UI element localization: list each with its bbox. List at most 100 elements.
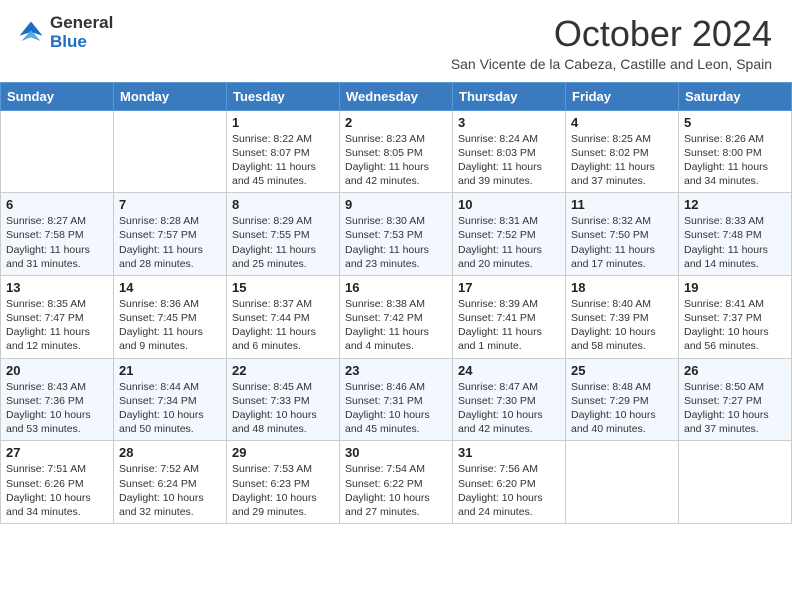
table-row: 9 Sunrise: 8:30 AMSunset: 7:53 PMDaylight… (340, 193, 453, 276)
logo-blue: Blue (50, 33, 113, 52)
logo: General Blue (16, 14, 113, 51)
day-number: 5 (684, 115, 786, 130)
day-number: 13 (6, 280, 108, 295)
table-row: 26Sunrise: 8:50 AMSunset: 7:27 PMDayligh… (679, 358, 792, 441)
day-number: 2 (345, 115, 447, 130)
cell-info: Sunrise: 8:40 AMSunset: 7:39 PMDaylight:… (571, 297, 673, 354)
table-row: 2 Sunrise: 8:23 AMSunset: 8:05 PMDaylight… (340, 110, 453, 193)
table-row: 16 Sunrise: 8:38 AMSunset: 7:42 PMDayligh… (340, 275, 453, 358)
day-number: 4 (571, 115, 673, 130)
col-thursday: Thursday (453, 82, 566, 110)
cell-info: Sunrise: 8:33 AMSunset: 7:48 PMDaylight:… (684, 214, 786, 271)
table-row: 7 Sunrise: 8:28 AMSunset: 7:57 PMDaylight… (114, 193, 227, 276)
day-number: 16 (345, 280, 447, 295)
cell-info: Sunrise: 8:25 AMSunset: 8:02 PMDaylight:… (571, 132, 673, 189)
col-saturday: Saturday (679, 82, 792, 110)
day-number: 31 (458, 445, 560, 460)
table-row: 21Sunrise: 8:44 AMSunset: 7:34 PMDayligh… (114, 358, 227, 441)
cell-info: Sunrise: 8:24 AMSunset: 8:03 PMDaylight:… (458, 132, 560, 189)
day-number: 1 (232, 115, 334, 130)
cell-info: Sunrise: 8:37 AMSunset: 7:44 PMDaylight:… (232, 297, 334, 354)
cell-info: Sunrise: 7:53 AMSunset: 6:23 PMDaylight:… (232, 462, 334, 519)
table-row: 20 Sunrise: 8:43 AMSunset: 7:36 PMDayligh… (1, 358, 114, 441)
table-row: 15 Sunrise: 8:37 AMSunset: 7:44 PMDayligh… (227, 275, 340, 358)
cell-info: Sunrise: 8:28 AMSunset: 7:57 PMDaylight:… (119, 214, 221, 271)
day-number: 10 (458, 197, 560, 212)
day-number: 14 (119, 280, 221, 295)
cell-info: Sunrise: 8:38 AMSunset: 7:42 PMDaylight:… (345, 297, 447, 354)
day-number: 17 (458, 280, 560, 295)
cell-info: Sunrise: 8:47 AMSunset: 7:30 PMDaylight:… (458, 380, 560, 437)
table-row: 5 Sunrise: 8:26 AMSunset: 8:00 PMDaylight… (679, 110, 792, 193)
calendar-week-row: 1 Sunrise: 8:22 AMSunset: 8:07 PMDaylight… (1, 110, 792, 193)
col-wednesday: Wednesday (340, 82, 453, 110)
table-row: 19 Sunrise: 8:41 AMSunset: 7:37 PMDayligh… (679, 275, 792, 358)
cell-info: Sunrise: 8:35 AMSunset: 7:47 PMDaylight:… (6, 297, 108, 354)
day-number: 6 (6, 197, 108, 212)
table-row (114, 110, 227, 193)
day-number: 27 (6, 445, 108, 460)
logo-icon (16, 18, 46, 48)
day-number: 7 (119, 197, 221, 212)
cell-info: Sunrise: 8:45 AMSunset: 7:33 PMDaylight:… (232, 380, 334, 437)
day-number: 8 (232, 197, 334, 212)
cell-info: Sunrise: 8:43 AMSunset: 7:36 PMDaylight:… (6, 380, 108, 437)
table-row: 24 Sunrise: 8:47 AMSunset: 7:30 PMDayligh… (453, 358, 566, 441)
day-number: 23 (345, 363, 447, 378)
table-row: 8Sunrise: 8:29 AMSunset: 7:55 PMDaylight… (227, 193, 340, 276)
cell-info: Sunrise: 8:48 AMSunset: 7:29 PMDaylight:… (571, 380, 673, 437)
cell-info: Sunrise: 8:22 AMSunset: 8:07 PMDaylight:… (232, 132, 334, 189)
day-number: 11 (571, 197, 673, 212)
day-number: 25 (571, 363, 673, 378)
calendar-header-row: Sunday Monday Tuesday Wednesday Thursday… (1, 82, 792, 110)
day-number: 29 (232, 445, 334, 460)
table-row: 30 Sunrise: 7:54 AMSunset: 6:22 PMDayligh… (340, 441, 453, 524)
day-number: 19 (684, 280, 786, 295)
table-row: 28 Sunrise: 7:52 AMSunset: 6:24 PMDayligh… (114, 441, 227, 524)
header: General Blue October 2024 San Vicente de… (0, 0, 792, 78)
table-row: 22 Sunrise: 8:45 AMSunset: 7:33 PMDayligh… (227, 358, 340, 441)
table-row: 13 Sunrise: 8:35 AMSunset: 7:47 PMDayligh… (1, 275, 114, 358)
cell-info: Sunrise: 8:23 AMSunset: 8:05 PMDaylight:… (345, 132, 447, 189)
table-row: 11 Sunrise: 8:32 AMSunset: 7:50 PMDayligh… (566, 193, 679, 276)
day-number: 9 (345, 197, 447, 212)
day-number: 20 (6, 363, 108, 378)
table-row: 18 Sunrise: 8:40 AMSunset: 7:39 PMDayligh… (566, 275, 679, 358)
col-tuesday: Tuesday (227, 82, 340, 110)
table-row (679, 441, 792, 524)
cell-info: Sunrise: 7:56 AMSunset: 6:20 PMDaylight:… (458, 462, 560, 519)
logo-text: General Blue (50, 14, 113, 51)
cell-info: Sunrise: 7:54 AMSunset: 6:22 PMDaylight:… (345, 462, 447, 519)
cell-info: Sunrise: 8:32 AMSunset: 7:50 PMDaylight:… (571, 214, 673, 271)
cell-info: Sunrise: 8:39 AMSunset: 7:41 PMDaylight:… (458, 297, 560, 354)
table-row: 4 Sunrise: 8:25 AMSunset: 8:02 PMDaylight… (566, 110, 679, 193)
col-friday: Friday (566, 82, 679, 110)
cell-info: Sunrise: 8:30 AMSunset: 7:53 PMDaylight:… (345, 214, 447, 271)
day-number: 18 (571, 280, 673, 295)
table-row (1, 110, 114, 193)
day-number: 15 (232, 280, 334, 295)
day-number: 12 (684, 197, 786, 212)
cell-info: Sunrise: 7:52 AMSunset: 6:24 PMDaylight:… (119, 462, 221, 519)
col-sunday: Sunday (1, 82, 114, 110)
table-row: 25 Sunrise: 8:48 AMSunset: 7:29 PMDayligh… (566, 358, 679, 441)
cell-info: Sunrise: 7:51 AMSunset: 6:26 PMDaylight:… (6, 462, 108, 519)
calendar-table: Sunday Monday Tuesday Wednesday Thursday… (0, 82, 792, 524)
calendar-week-row: 20 Sunrise: 8:43 AMSunset: 7:36 PMDayligh… (1, 358, 792, 441)
day-number: 21 (119, 363, 221, 378)
table-row: 1 Sunrise: 8:22 AMSunset: 8:07 PMDaylight… (227, 110, 340, 193)
day-number: 3 (458, 115, 560, 130)
cell-info: Sunrise: 8:46 AMSunset: 7:31 PMDaylight:… (345, 380, 447, 437)
table-row: 14Sunrise: 8:36 AMSunset: 7:45 PMDayligh… (114, 275, 227, 358)
day-number: 22 (232, 363, 334, 378)
cell-info: Sunrise: 8:41 AMSunset: 7:37 PMDaylight:… (684, 297, 786, 354)
table-row: 27 Sunrise: 7:51 AMSunset: 6:26 PMDayligh… (1, 441, 114, 524)
day-number: 28 (119, 445, 221, 460)
day-number: 30 (345, 445, 447, 460)
cell-info: Sunrise: 8:50 AMSunset: 7:27 PMDaylight:… (684, 380, 786, 437)
table-row: 6 Sunrise: 8:27 AMSunset: 7:58 PMDaylight… (1, 193, 114, 276)
cell-info: Sunrise: 8:26 AMSunset: 8:00 PMDaylight:… (684, 132, 786, 189)
day-number: 24 (458, 363, 560, 378)
page: General Blue October 2024 San Vicente de… (0, 0, 792, 524)
cell-info: Sunrise: 8:27 AMSunset: 7:58 PMDaylight:… (6, 214, 108, 271)
